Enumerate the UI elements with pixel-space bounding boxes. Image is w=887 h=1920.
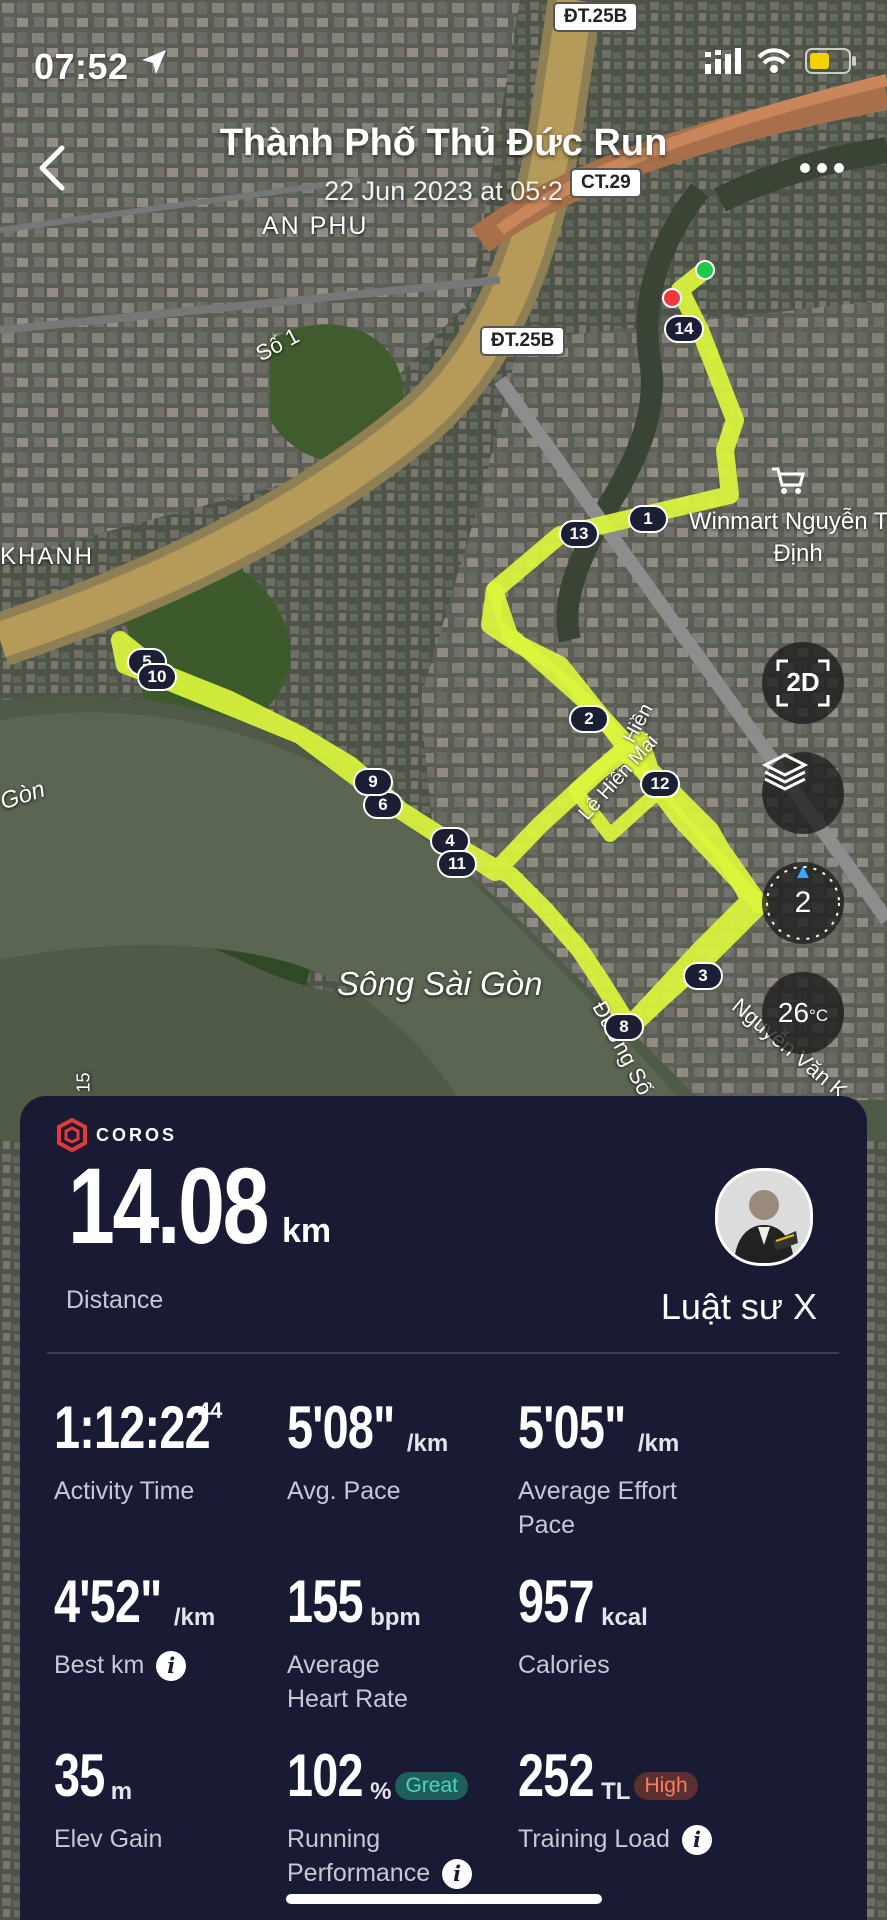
battery-icon xyxy=(805,48,856,74)
metric-unit: TL xyxy=(601,1778,631,1805)
home-indicator[interactable] xyxy=(286,1894,602,1904)
metric-unit: m xyxy=(110,1778,133,1805)
username: Luật sư X xyxy=(660,1286,817,1327)
km-marker[interactable]: 13 xyxy=(559,520,599,548)
metric-value: 5'08" xyxy=(287,1394,395,1461)
road-shield: ĐT.25B xyxy=(480,326,566,356)
metric-unit: bpm xyxy=(370,1604,421,1631)
distance-label: Distance xyxy=(66,1286,164,1314)
km-marker[interactable]: 9 xyxy=(353,768,393,796)
metric-label: Average Heart Rate xyxy=(287,1651,408,1713)
metric-label: Average Effort Pace xyxy=(518,1477,677,1539)
km-marker[interactable]: 11 xyxy=(437,850,477,878)
km-marker[interactable]: 14 xyxy=(664,315,704,343)
avatar-image xyxy=(718,1171,810,1263)
layers-icon xyxy=(762,753,808,791)
view-2d-label: 2D xyxy=(786,667,820,697)
metric-value: 252 xyxy=(518,1742,595,1809)
metric-value: 5'05" xyxy=(518,1394,626,1461)
metric-value: 35 xyxy=(54,1742,105,1809)
km-marker[interactable]: 12 xyxy=(640,770,680,798)
metric-label: Activity Time xyxy=(54,1477,195,1505)
view-2d-button[interactable]: 2D xyxy=(762,642,844,724)
info-icon[interactable]: i xyxy=(156,1651,187,1682)
metric-unit: /km xyxy=(637,1430,680,1457)
metric-running-performance: 102% Great Running Performance i xyxy=(287,1746,557,1890)
distance-value: 14.08 xyxy=(68,1145,269,1266)
metric-label: Calories xyxy=(518,1651,610,1679)
status-bar: 07:52 xyxy=(0,28,887,98)
map-label-an-phu: AN PHU xyxy=(262,212,369,240)
metric-label: Best km xyxy=(54,1651,145,1679)
metric-value: 957 xyxy=(518,1568,595,1635)
layers-button[interactable] xyxy=(762,752,844,834)
map-label-khanh: KHANH xyxy=(0,543,95,570)
cellular-signal-icon xyxy=(705,48,741,74)
start-point xyxy=(695,260,715,280)
avatar[interactable] xyxy=(715,1168,813,1266)
metric-elev-gain: 35 m Elev Gain xyxy=(54,1746,324,1856)
performance-badge: Great xyxy=(395,1772,468,1800)
brand-name: COROS xyxy=(96,1124,178,1145)
km-marker[interactable]: 8 xyxy=(604,1013,644,1041)
activity-summary-card: COROS 14.08 km Distance Luật sư X 1:12:2… xyxy=(20,1096,867,1920)
metric-effort-pace: 5'05"/km Average Effort Pace xyxy=(518,1398,788,1542)
temperature-value: 26 xyxy=(777,997,810,1028)
km-marker[interactable]: 2 xyxy=(569,705,609,733)
divider xyxy=(47,1352,839,1354)
training-load-badge: High xyxy=(634,1772,698,1800)
metric-label: Training Load xyxy=(518,1825,670,1853)
location-arrow-icon xyxy=(142,50,166,74)
distance-unit: km xyxy=(282,1212,332,1250)
map-label-winmart: Winmart Nguyễn Thị Định xyxy=(688,508,887,567)
metric-activity-time: 1:12:2244 Activity Time xyxy=(54,1398,324,1508)
metric-training-load: 252 TL High Training Load i xyxy=(518,1746,838,1856)
km-marker[interactable]: 10 xyxy=(137,663,177,691)
metric-label: Running Performance xyxy=(287,1825,431,1887)
wifi-icon xyxy=(757,48,791,73)
weather-badge: 26 °C xyxy=(762,972,844,1054)
info-icon[interactable]: i xyxy=(442,1859,473,1890)
metric-unit: kcal xyxy=(601,1604,648,1631)
compass-value: 2 xyxy=(794,886,812,919)
temperature-unit: °C xyxy=(809,1006,829,1025)
metric-unit: /km xyxy=(406,1430,449,1457)
metric-value: 155 xyxy=(287,1568,364,1635)
metric-value: 102 xyxy=(287,1742,364,1809)
metric-best-km: 4'52"/km Best km i xyxy=(54,1572,324,1682)
km-marker[interactable]: 1 xyxy=(628,505,668,533)
metric-unit: % xyxy=(370,1778,392,1805)
km-marker[interactable]: 3 xyxy=(683,962,723,990)
activity-datetime: 22 Jun 2023 at 05:2 xyxy=(324,176,563,206)
info-icon[interactable]: i xyxy=(681,1825,712,1856)
metric-calories: 957 kcal Calories xyxy=(518,1572,788,1682)
map-label-river: Sông Sài Gòn xyxy=(337,965,543,1002)
metric-heart-rate: 155 bpm Average Heart Rate xyxy=(287,1572,557,1716)
end-point xyxy=(662,288,682,308)
metric-label: Avg. Pace xyxy=(287,1477,401,1505)
more-dots-icon xyxy=(800,163,844,173)
compass-button[interactable]: 2 xyxy=(762,862,844,944)
metric-avg-pace: 5'08"/km Avg. Pace xyxy=(287,1398,557,1508)
metric-value: 4'52" xyxy=(54,1568,162,1635)
metric-value: 1:12:22 xyxy=(54,1394,211,1461)
metric-label: Elev Gain xyxy=(54,1825,163,1853)
status-time: 07:52 xyxy=(34,46,129,87)
metric-unit: /km xyxy=(173,1604,216,1631)
activity-title: Thành Phố Thủ Đức Run xyxy=(219,122,668,164)
map-label-15: 15 xyxy=(73,1072,94,1093)
more-button[interactable] xyxy=(797,158,847,178)
